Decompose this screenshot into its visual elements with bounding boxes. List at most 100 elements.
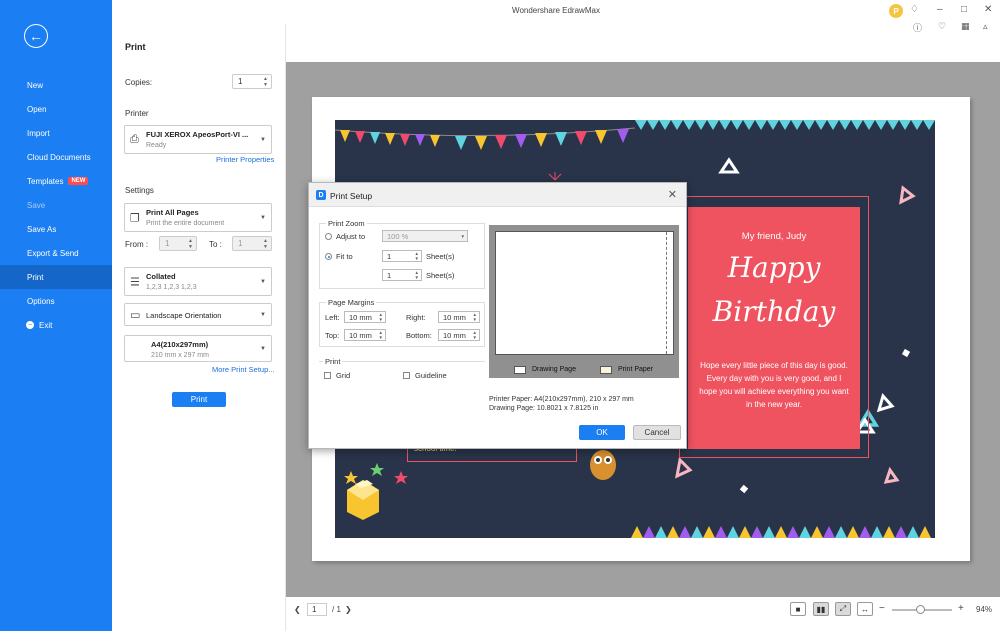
- sidebar-item-label: Save: [27, 200, 46, 210]
- chevron-down-icon: ▼: [260, 136, 266, 143]
- zoom-slider-thumb[interactable]: [916, 605, 925, 614]
- fit-page-icon[interactable]: ⤢: [835, 602, 851, 616]
- close-icon[interactable]: ✕: [668, 188, 677, 201]
- grid-checkbox[interactable]: [324, 372, 331, 379]
- page-number-input[interactable]: 1: [307, 603, 327, 616]
- adjust-to-radio[interactable]: [325, 233, 332, 240]
- ok-button[interactable]: OK: [579, 425, 625, 440]
- print-range-value: Print All Pages: [146, 208, 199, 217]
- printer-dropdown[interactable]: ⎙ FUJI XEROX ApeosPort-VI ... Ready ▼: [124, 125, 272, 154]
- print-paper-swatch: [600, 366, 612, 374]
- close-icon[interactable]: ✕: [984, 4, 992, 15]
- left-margin-input[interactable]: 10 mm ▲ ▼: [344, 311, 386, 323]
- fit-width-input[interactable]: 1 ▲ ▼: [382, 250, 422, 262]
- spinner-arrows-icon[interactable]: ▲ ▼: [188, 237, 193, 250]
- sidebar-item-save[interactable]: Save: [0, 193, 112, 217]
- next-page-icon[interactable]: ❯: [345, 605, 352, 614]
- page-number-value: 1: [312, 605, 317, 614]
- to-input[interactable]: 1 ▲ ▼: [232, 236, 272, 251]
- apps-icon[interactable]: ▦: [961, 21, 970, 32]
- spinner-arrows-icon[interactable]: ▲ ▼: [263, 75, 268, 88]
- fit-height-input[interactable]: 1 ▲ ▼: [382, 269, 422, 281]
- sidebar-item-label: Import: [27, 128, 50, 138]
- collate-icon: ☰: [130, 276, 140, 288]
- adjust-to-value: 100 %: [387, 231, 409, 241]
- settings-label: Settings: [125, 186, 154, 195]
- from-input[interactable]: 1 ▲ ▼: [159, 236, 197, 251]
- sidebar-item-templates[interactable]: Templates NEW: [0, 169, 112, 193]
- guideline-checkbox[interactable]: [403, 372, 410, 379]
- spinner-arrows-icon[interactable]: ▲ ▼: [263, 237, 268, 250]
- orientation-dropdown[interactable]: ▭ Landscape Orientation ▼: [124, 303, 272, 326]
- printer-properties-link[interactable]: Printer Properties: [216, 155, 274, 164]
- print-range-description: Print the entire document: [146, 220, 225, 227]
- sidebar-item-cloud-documents[interactable]: Cloud Documents: [0, 145, 112, 169]
- print-paper-legend: Print Paper: [618, 366, 654, 373]
- sidebar-item-open[interactable]: Open: [0, 97, 112, 121]
- maximize-icon[interactable]: □: [961, 4, 967, 15]
- spinner-arrows-icon[interactable]: ▲ ▼: [473, 312, 477, 322]
- two-page-icon[interactable]: ▮▮: [813, 602, 829, 616]
- zoom-out-icon[interactable]: −: [879, 603, 885, 614]
- print-settings-panel: Print Copies: 1 ▲ ▼ Printer ⎙ FUJI XEROX …: [112, 24, 286, 631]
- print-range-dropdown[interactable]: ❐ Print All Pages Print the entire docum…: [124, 203, 272, 232]
- bottom-margin-value: 10 mm: [443, 330, 466, 340]
- print-setup-dialog: D Print Setup ✕ Print Zoom Adjust to 100…: [308, 182, 687, 449]
- bottom-margin-input[interactable]: 10 mm ▲ ▼: [438, 329, 480, 341]
- page-preview-box: Drawing Page Print Paper: [489, 225, 679, 378]
- page-margins-group: Page Margins Left: 10 mm ▲ ▼ Right: 10 mm…: [319, 298, 485, 347]
- print-options-title: Print: [323, 357, 343, 366]
- top-margin-value: 10 mm: [349, 330, 372, 340]
- sidebar-item-new[interactable]: New: [0, 73, 112, 97]
- zoom-in-icon[interactable]: +: [958, 603, 964, 614]
- collate-value: Collated: [146, 272, 176, 281]
- copies-input[interactable]: 1 ▲ ▼: [232, 74, 272, 89]
- avatar[interactable]: P: [889, 4, 903, 18]
- sidebar-item-print[interactable]: Print: [0, 265, 112, 289]
- notification-icon[interactable]: ♡: [938, 21, 946, 32]
- greeting-friend: My friend, Judy: [741, 231, 807, 242]
- copies-label: Copies:: [125, 78, 153, 87]
- top-margin-input[interactable]: 10 mm ▲ ▼: [344, 329, 386, 341]
- sidebar-item-exit[interactable]: − Exit: [0, 313, 112, 337]
- greeting-message-line: Hope every little piece of this day is g…: [700, 361, 848, 370]
- grid-label: Grid: [336, 371, 351, 380]
- spinner-arrows-icon[interactable]: ▲ ▼: [379, 312, 383, 322]
- sidebar-item-export-send[interactable]: Export & Send: [0, 241, 112, 265]
- minimize-icon[interactable]: –: [937, 4, 943, 15]
- pages-icon: ❐: [130, 212, 140, 224]
- back-arrow-icon[interactable]: ←: [24, 24, 48, 48]
- from-label: From :: [125, 240, 149, 249]
- adjust-to-select[interactable]: 100 % ▼: [382, 230, 468, 242]
- single-page-icon[interactable]: ■: [790, 602, 806, 616]
- sidebar-item-label: Export & Send: [27, 248, 79, 258]
- bottom-margin-label: Bottom:: [406, 331, 432, 340]
- prev-page-icon[interactable]: ❮: [294, 605, 301, 614]
- chevron-down-icon: ▼: [260, 278, 266, 285]
- sidebar-item-options[interactable]: Options: [0, 289, 112, 313]
- help-icon[interactable]: ⓘ: [913, 21, 922, 34]
- dialog-title: Print Setup: [330, 191, 373, 201]
- sidebar-item-save-as[interactable]: Save As: [0, 217, 112, 241]
- printer-name: FUJI XEROX ApeosPort-VI ...: [146, 130, 249, 139]
- spinner-arrows-icon[interactable]: ▲ ▼: [379, 330, 383, 340]
- greeting-birthday: Birthday: [712, 295, 836, 328]
- print-button[interactable]: Print: [172, 392, 226, 407]
- paper-size-dropdown[interactable]: A4(210x297mm) 210 mm x 297 mm ▼: [124, 335, 272, 362]
- spinner-arrows-icon[interactable]: ▲ ▼: [415, 251, 419, 261]
- sidebar-item-import[interactable]: Import: [0, 121, 112, 145]
- account-icon[interactable]: ▵: [983, 21, 988, 32]
- sidebar: ← New Open Import Cloud Documents Templa…: [0, 0, 112, 631]
- to-label: To :: [209, 240, 222, 249]
- more-print-setup-link[interactable]: More Print Setup...: [212, 365, 275, 374]
- spinner-arrows-icon[interactable]: ▲ ▼: [473, 330, 477, 340]
- bell-icon[interactable]: ♢: [910, 4, 919, 15]
- fit-width-icon[interactable]: ↔: [857, 602, 873, 616]
- cancel-button[interactable]: Cancel: [633, 425, 681, 440]
- sidebar-item-label: Options: [27, 296, 55, 306]
- spinner-arrows-icon[interactable]: ▲ ▼: [415, 270, 419, 280]
- right-margin-input[interactable]: 10 mm ▲ ▼: [438, 311, 480, 323]
- fit-to-radio[interactable]: [325, 253, 332, 260]
- to-value: 1: [238, 239, 243, 248]
- collate-dropdown[interactable]: ☰ Collated 1,2,3 1,2,3 1,2,3 ▼: [124, 267, 272, 296]
